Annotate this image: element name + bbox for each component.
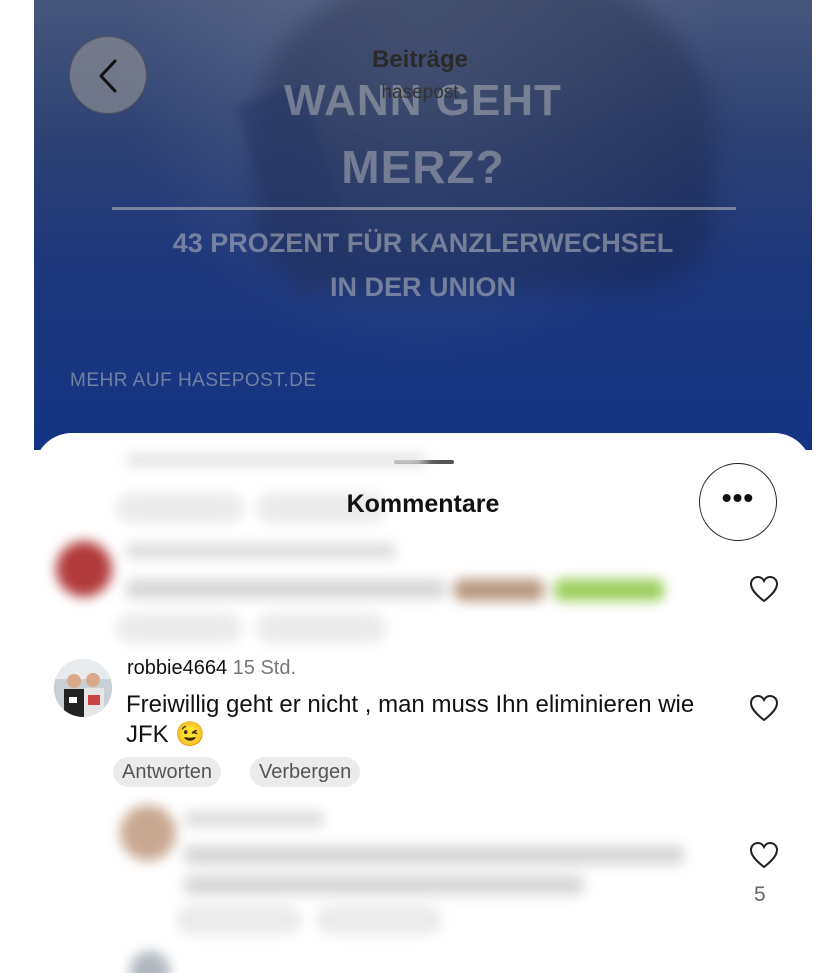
comments-sheet: Kommentare ••• robbie4664 15 Std. Freiwi… [34,433,812,973]
more-options-button[interactable]: ••• [699,463,777,541]
page-title: Beiträge [371,46,469,73]
comment-meta: robbie4664 15 Std. [127,657,296,680]
post-more-link: MEHR AUF HASEPOST.DE [70,370,317,391]
avatar[interactable] [54,659,112,717]
hide-button[interactable]: Verbergen [250,757,361,787]
post-divider [112,207,736,210]
like-count: 5 [754,883,766,906]
sheet-title: Kommentare [346,490,500,518]
heart-icon[interactable] [749,575,779,603]
comment-text: Freiwillig geht er nicht , man muss Ihn … [126,691,695,748]
avatar-photo [54,659,112,717]
post-subline2: IN DER UNION [329,272,516,302]
heart-icon[interactable] [749,694,779,722]
comment-username[interactable]: robbie4664 [127,657,227,679]
comment-time: 15 Std. [232,657,297,679]
post-subline1: 43 PROZENT FÜR KANZLERWECHSEL [172,228,674,258]
reply-button[interactable]: Antworten [113,757,222,787]
post-headline-line2: MERZ? [341,141,505,193]
heart-icon[interactable] [749,841,779,869]
account-name: hasepost [381,82,459,103]
more-horizontal-icon: ••• [721,482,755,513]
